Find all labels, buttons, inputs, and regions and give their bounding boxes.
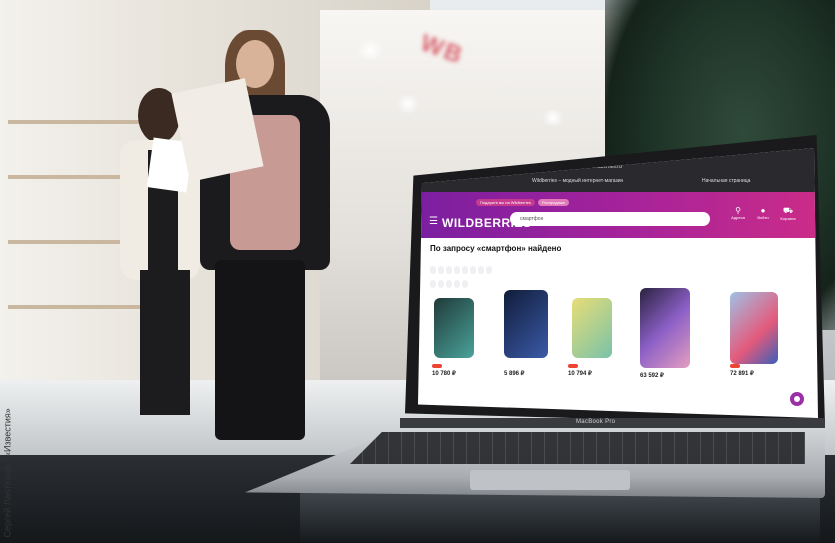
product-image[interactable] <box>730 292 778 364</box>
browser-tab[interactable]: Начальная страница <box>698 176 754 186</box>
product-image[interactable] <box>640 288 690 368</box>
person-back-legs <box>140 270 190 415</box>
product-price: 10 780 ₽ <box>432 371 456 377</box>
filter-chip[interactable]: ​ <box>454 280 460 288</box>
sale-badge <box>432 364 442 368</box>
shelf <box>8 305 148 309</box>
ceiling-light <box>540 110 566 126</box>
user-icon: ● <box>760 206 766 215</box>
product-price: 10 794 ₽ <box>568 371 592 377</box>
photo-scene: WB Сергей Лантюхов / «Известия» Wildberr… <box>0 0 835 543</box>
chat-icon[interactable] <box>790 392 804 406</box>
product-image[interactable] <box>572 298 612 358</box>
menu-icon[interactable]: ☰ <box>429 216 438 227</box>
filter-chip[interactable]: ​ <box>438 280 444 288</box>
product-card[interactable]: 63 592 ₽ <box>640 288 700 408</box>
photo-credit: Сергей Лантюхов / «Известия» <box>2 408 13 538</box>
product-image[interactable] <box>504 290 548 358</box>
suggestion-chips: ​​​​​​​​ <box>430 258 810 274</box>
ceiling-light <box>355 40 385 60</box>
product-price: 63 592 ₽ <box>640 373 664 379</box>
product-card[interactable]: 10 780 ₽ <box>432 298 492 408</box>
action-label: Корзина <box>780 216 796 221</box>
sale-badge <box>730 364 740 368</box>
keyboard <box>350 432 805 464</box>
search-input[interactable]: смартфон <box>510 212 710 226</box>
laptop-screen: Wildberries – модный интернет-магазин На… <box>418 148 818 418</box>
sale-badge <box>568 364 578 368</box>
cart-button[interactable]: ⛟ Корзина <box>778 206 798 221</box>
location-pin-icon: ⚲ <box>735 206 741 215</box>
person-front-legs <box>215 260 305 440</box>
trackpad <box>470 470 630 490</box>
promo-pill[interactable]: Распродажа <box>538 199 569 206</box>
product-price: 72 891 ₽ <box>730 371 754 377</box>
laptop-brand-label: MacBook Pro <box>576 419 616 425</box>
cart-icon: ⛟ <box>782 206 794 215</box>
shelf <box>8 120 148 124</box>
action-label: Войти <box>757 215 769 220</box>
results-heading: По запросу «смартфон» найдено <box>430 244 562 253</box>
product-image[interactable] <box>434 298 474 358</box>
addresses-button[interactable]: ⚲ Адреса <box>728 206 748 220</box>
product-card[interactable]: 10 794 ₽ <box>568 298 628 408</box>
product-card[interactable]: 5 896 ₽ <box>504 290 564 408</box>
product-card[interactable]: 72 891 ₽ <box>730 292 790 408</box>
promo-pill[interactable]: Подарите вы на Wildberries <box>476 199 535 206</box>
ceiling-light <box>395 95 421 113</box>
product-price: 5 896 ₽ <box>504 371 525 377</box>
login-button[interactable]: ● Войти <box>753 206 773 220</box>
browser-tab[interactable]: Wildberries – модный интернет-магазин <box>528 176 627 186</box>
filter-chip[interactable]: ​ <box>462 280 468 288</box>
filter-chip[interactable]: ​ <box>446 280 452 288</box>
action-label: Адреса <box>731 215 745 220</box>
filter-chip[interactable]: ​ <box>430 280 436 288</box>
filter-row: ​​​​​ <box>430 272 810 288</box>
